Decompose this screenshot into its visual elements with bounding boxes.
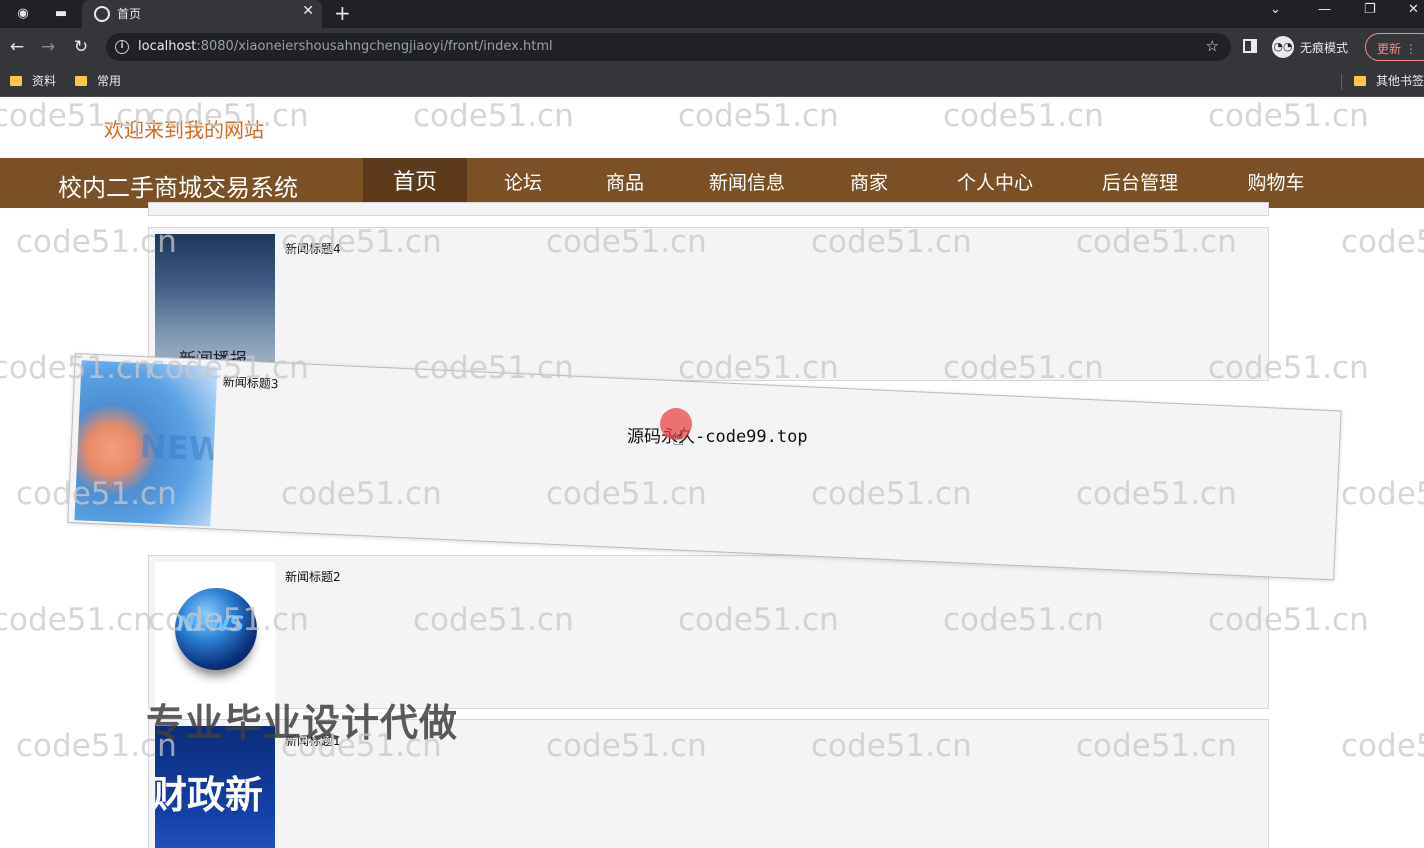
window-close-icon[interactable]: ✕ bbox=[1408, 2, 1419, 17]
favicon-icon bbox=[94, 6, 110, 22]
watermark: code51.cn bbox=[0, 602, 153, 638]
nav-admin[interactable]: 后台管理 bbox=[1078, 158, 1202, 208]
folder-icon bbox=[10, 76, 22, 86]
bookmark-folder-other[interactable]: 其他书签 bbox=[1354, 73, 1424, 89]
browser-tabbar: ◉ ▬ 首页 ✕ + ⌄ — ❐ ✕ bbox=[0, 0, 1424, 28]
address-bar[interactable]: i localhost:8080/xiaoneiershousahngcheng… bbox=[106, 33, 1231, 61]
news-title[interactable]: 新闻标题2 bbox=[285, 568, 341, 585]
nav-forum[interactable]: 论坛 bbox=[483, 158, 563, 208]
tab-search-icon[interactable]: ▬ bbox=[52, 5, 70, 23]
news-card-animating[interactable]: NEW 新闻标题3 bbox=[67, 353, 1342, 581]
watermark: code51.cn bbox=[1341, 224, 1424, 260]
bookmark-separator bbox=[1341, 74, 1342, 90]
new-tab-icon[interactable]: + bbox=[334, 2, 351, 24]
watermark: code51.cn bbox=[943, 98, 1104, 134]
welcome-text: 欢迎来到我的网站 bbox=[104, 118, 264, 142]
incognito-icon[interactable]: ◔◔ bbox=[1272, 36, 1294, 58]
browser-toolbar: ← → ↻ i localhost:8080/xiaoneiershousahn… bbox=[0, 28, 1424, 66]
side-panel-icon[interactable] bbox=[1243, 39, 1257, 53]
browser-tab-active[interactable]: 首页 ✕ bbox=[82, 0, 322, 28]
nav-merchants[interactable]: 商家 bbox=[829, 158, 909, 208]
main-navbar: 校内二手商城交易系统 首页 论坛 商品 新闻信息 商家 个人中心 后台管理 购物… bbox=[0, 158, 1424, 208]
tab-list-icon[interactable]: ⌄ bbox=[1270, 2, 1281, 17]
globe-image: NEWS bbox=[175, 588, 257, 670]
site-title: 校内二手商城交易系统 bbox=[58, 174, 298, 202]
news-card[interactable]: NEWS 新闻标题2 bbox=[148, 555, 1269, 710]
info-icon[interactable]: i bbox=[115, 40, 129, 54]
folder-icon bbox=[1354, 76, 1366, 86]
watermark: code51.cn bbox=[1208, 98, 1369, 134]
forward-icon[interactable]: → bbox=[38, 37, 58, 57]
bookmark-star-icon[interactable]: ☆ bbox=[1206, 37, 1219, 55]
minimize-icon[interactable]: — bbox=[1318, 2, 1331, 17]
bookmark-folder-changyong[interactable]: 常用 bbox=[75, 73, 121, 89]
nav-news[interactable]: 新闻信息 bbox=[687, 158, 807, 208]
folder-icon bbox=[75, 76, 87, 86]
close-icon[interactable]: ✕ bbox=[302, 3, 314, 19]
watermark: code51.cn bbox=[1341, 476, 1424, 512]
nav-personal-center[interactable]: 个人中心 bbox=[933, 158, 1057, 208]
news-title[interactable]: 新闻标题4 bbox=[285, 240, 341, 257]
url-text: localhost:8080/xiaoneiershousahngchengji… bbox=[138, 39, 553, 54]
page-content: 欢迎来到我的网站 校内二手商城交易系统 首页 论坛 商品 新闻信息 商家 个人中… bbox=[0, 98, 1424, 848]
news-thumbnail[interactable]: NEW bbox=[74, 360, 218, 527]
incognito-label: 无痕模式 bbox=[1300, 41, 1349, 55]
watermark: code51.cn bbox=[413, 98, 574, 134]
watermark: code51.cn bbox=[678, 98, 839, 134]
news-title[interactable]: 新闻标题3 bbox=[222, 373, 279, 393]
nav-products[interactable]: 商品 bbox=[585, 158, 665, 208]
restore-icon[interactable]: ❐ bbox=[1364, 2, 1376, 17]
watermark: code51.cn bbox=[1341, 728, 1424, 764]
news-card[interactable]: 新闻播报 新闻标题4 bbox=[148, 227, 1269, 382]
news-card-partial bbox=[148, 202, 1269, 216]
bookmarks-bar: 资料 常用 其他书签 bbox=[0, 66, 1424, 97]
nav-home[interactable]: 首页 bbox=[363, 158, 467, 208]
back-icon[interactable]: ← bbox=[7, 37, 27, 57]
reload-icon[interactable]: ↻ bbox=[71, 37, 91, 57]
tab-title: 首页 bbox=[117, 7, 142, 21]
globe-icon[interactable]: ◉ bbox=[14, 5, 32, 23]
update-button[interactable]: 更新 ⋮ bbox=[1365, 33, 1424, 61]
bookmark-folder-ziliao[interactable]: 资料 bbox=[10, 73, 56, 89]
news-thumbnail[interactable]: NEWS bbox=[155, 562, 275, 710]
nav-cart[interactable]: 购物车 bbox=[1222, 158, 1330, 208]
hand-cursor-icon: ☝ bbox=[672, 426, 685, 450]
overlay-source-text: 源码永久-code99.top bbox=[627, 427, 808, 447]
promo-watermark: 专业毕业设计代做 bbox=[146, 701, 459, 745]
